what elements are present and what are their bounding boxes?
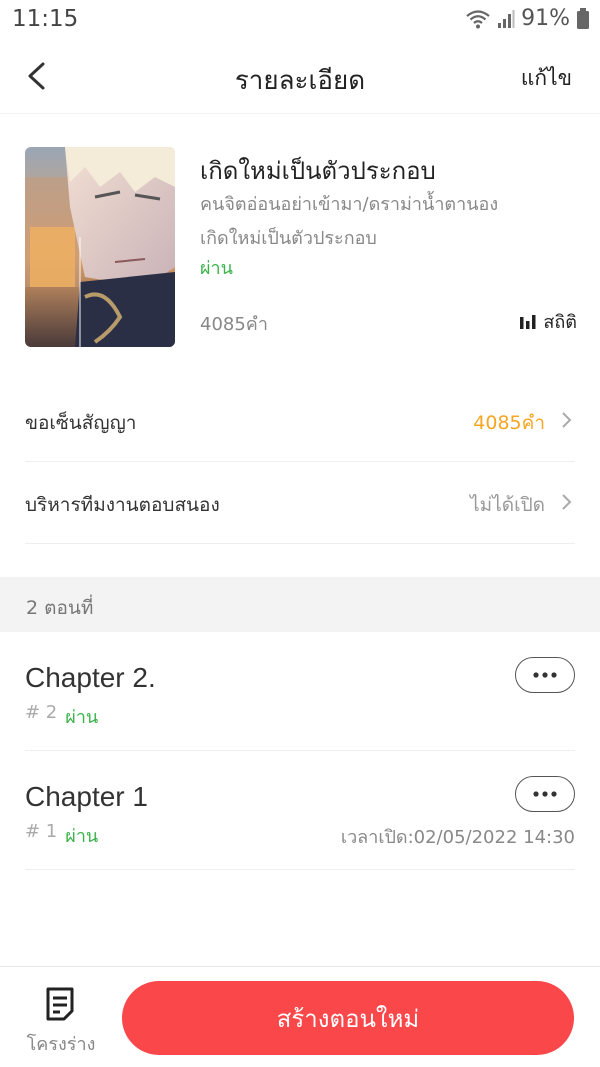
create-new-chapter-button[interactable]: สร้างตอนใหม่	[122, 981, 574, 1055]
status-time: 11:15	[12, 6, 79, 32]
more-dots-icon	[533, 791, 557, 797]
chapter-meta: # 2 ผ่าน	[25, 702, 98, 731]
outline-button[interactable]: โครงร่าง	[22, 981, 100, 1055]
chapter-title: Chapter 1	[25, 781, 148, 812]
chapters-section-header: 2 ตอนที่	[0, 577, 600, 632]
chapter-number: # 2	[25, 702, 58, 723]
status-bar: 11:15 91%	[0, 0, 600, 40]
chapter-more-button[interactable]	[515, 657, 575, 693]
contract-request-label: ขอเซ็นสัญญา	[25, 412, 137, 434]
outline-label: โครงร่าง	[26, 1034, 96, 1055]
chapter-more-button[interactable]	[515, 776, 575, 812]
book-subtitle: เกิดใหม่เป็นตัวประกอบ	[200, 228, 377, 249]
chevron-right-icon	[562, 412, 572, 428]
bottom-action-bar: โครงร่าง สร้างตอนใหม่	[0, 966, 600, 1067]
chapter-status: ผ่าน	[65, 707, 99, 728]
response-team-row[interactable]: บริหารทีมงานตอบสนอง ไม่ได้เปิด	[25, 462, 575, 544]
top-navigation-bar: รายละเอียด แก้ไข	[0, 42, 600, 114]
edit-button[interactable]: แก้ไข	[521, 62, 572, 95]
stats-label: สถิติ	[543, 312, 577, 333]
chapter-number: # 1	[25, 821, 58, 842]
book-info-card: เกิดใหม่เป็นตัวประกอบ คนจิตอ่อนอย่าเข้าม…	[25, 147, 577, 347]
chapter-count: 2 ตอนที่	[26, 597, 94, 619]
book-genre: คนจิตอ่อนอย่าเข้ามา/ดราม่าน้ำตานอง	[200, 194, 499, 215]
more-dots-icon	[533, 672, 557, 678]
response-team-value: ไม่ได้เปิด	[470, 494, 545, 516]
book-review-status: ผ่าน	[200, 258, 233, 279]
book-word-count: 4085คำ	[200, 314, 268, 335]
chapter-status: ผ่าน	[65, 826, 99, 847]
book-title: เกิดใหม่เป็นตัวประกอบ	[200, 157, 436, 185]
response-team-label: บริหารทีมงานตอบสนอง	[25, 494, 220, 516]
chapter-publish-time: เวลาเปิด:02/05/2022 14:30	[340, 827, 575, 848]
battery-icon	[576, 7, 590, 30]
stats-button[interactable]: สถิติ	[519, 307, 577, 336]
status-icons: 91%	[465, 6, 590, 31]
contract-request-row[interactable]: ขอเซ็นสัญญา 4085คำ	[25, 380, 575, 462]
chapter-title: Chapter 2.	[25, 662, 156, 693]
page-title: รายละเอียด	[234, 66, 366, 96]
outline-document-icon	[46, 987, 74, 1021]
stats-bar-icon	[520, 314, 536, 329]
contract-request-value: 4085คำ	[473, 412, 545, 434]
battery-percent: 91%	[521, 6, 570, 31]
wifi-icon	[465, 8, 491, 30]
chevron-right-icon	[562, 494, 572, 510]
chapter-list-item[interactable]: Chapter 1 # 1 ผ่าน เวลาเปิด:02/05/2022 1…	[25, 751, 575, 870]
chapter-meta: # 1 ผ่าน	[25, 821, 98, 850]
book-cover-image[interactable]	[25, 147, 175, 347]
signal-icon	[497, 9, 515, 29]
chapter-list-item[interactable]: Chapter 2. # 2 ผ่าน	[25, 632, 575, 751]
